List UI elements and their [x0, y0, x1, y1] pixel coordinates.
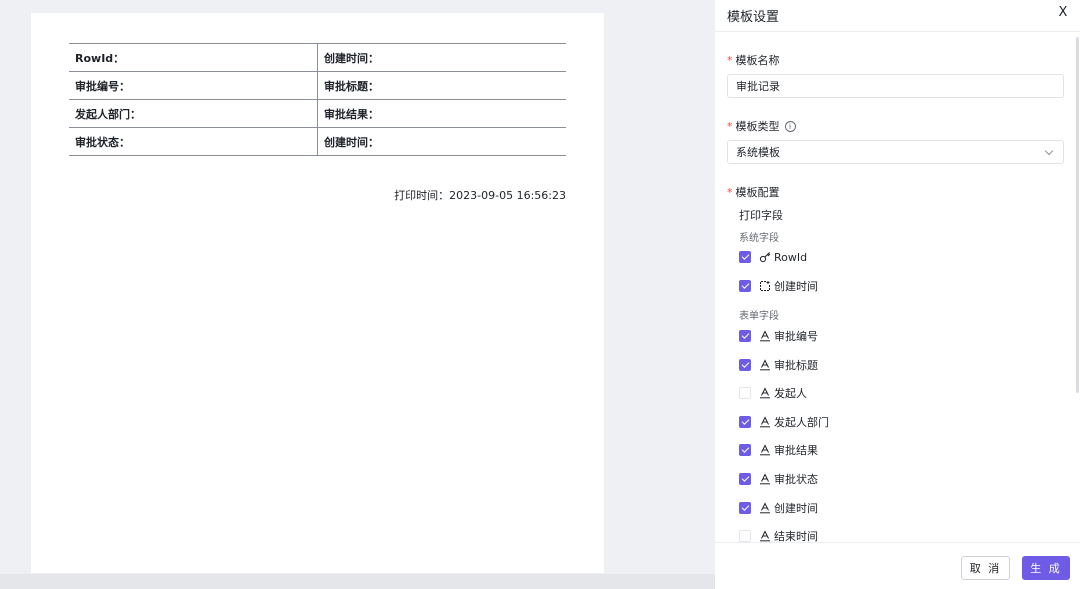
- field-checkbox-row[interactable]: 创建时间: [739, 500, 818, 516]
- chevron-down-icon: [1044, 146, 1054, 155]
- field-label: 创建时间: [774, 279, 818, 293]
- text-field-icon: [759, 387, 771, 399]
- table-row: 审批状态： 创建时间：: [69, 127, 566, 156]
- template-name-input[interactable]: 审批记录: [727, 74, 1064, 98]
- field-label: 审批状态: [774, 473, 818, 486]
- checkbox[interactable]: [739, 279, 751, 292]
- info-icon[interactable]: i: [784, 120, 796, 132]
- required-mark: *: [727, 53, 733, 67]
- template-name-value: 审批记录: [736, 80, 780, 93]
- template-type-label: * 模板类型 i: [727, 118, 796, 134]
- panel-body: * 模板名称 审批记录 * 模板类型 i 系统模板 * 模板配置 打印字段 系统…: [715, 33, 1080, 542]
- field-label: 结束时间: [774, 530, 818, 542]
- table-cell: 审批编号：: [69, 71, 318, 100]
- text-field-icon: [759, 444, 771, 456]
- template-name-label-text: 模板名称: [735, 54, 780, 67]
- key-icon: [759, 251, 771, 263]
- table-cell: 审批状态：: [69, 127, 318, 156]
- field-checkbox-row[interactable]: 审批状态: [739, 471, 818, 487]
- required-mark: *: [727, 185, 733, 199]
- print-preview-paper: RowId： 创建时间： 审批编号： 审批标题： 发起人部门： 审批结果： 审批状态： 创建时…: [31, 13, 604, 573]
- checkbox[interactable]: [739, 387, 751, 400]
- checkbox[interactable]: [739, 330, 751, 342]
- field-label: 审批标题: [774, 358, 818, 372]
- text-field-icon: [759, 330, 771, 342]
- system-fields-heading: 系统字段: [739, 233, 779, 244]
- print-time: 打印时间：2023-09-05 16:56:23: [394, 189, 566, 202]
- text-field-icon: [759, 358, 771, 371]
- table-row: 发起人部门： 审批结果：: [69, 99, 566, 128]
- scroll-thumb[interactable]: [1076, 37, 1079, 393]
- table-cell: 创建时间：: [317, 127, 566, 156]
- template-type-select[interactable]: 系统模板: [727, 140, 1064, 164]
- table-row: RowId： 创建时间：: [69, 43, 566, 72]
- print-fields-heading: 打印字段: [739, 209, 783, 222]
- panel-title: 模板设置: [727, 10, 780, 25]
- cancel-button[interactable]: 取 消: [961, 556, 1010, 580]
- field-label: RowId: [774, 250, 808, 264]
- record-table: RowId： 创建时间： 审批编号： 审批标题： 发起人部门： 审批结果： 审批状态： 创建时…: [69, 43, 566, 156]
- text-field-icon: [759, 473, 771, 485]
- field-checkbox-row[interactable]: 创建时间: [739, 278, 818, 294]
- field-checkbox-row[interactable]: RowId: [739, 249, 807, 265]
- template-type-value: 系统模板: [736, 146, 780, 159]
- checkbox[interactable]: [739, 415, 751, 428]
- template-type-label-text: 模板类型: [735, 120, 780, 133]
- generate-button[interactable]: 生 成: [1022, 556, 1070, 580]
- field-checkbox-row[interactable]: 发起人: [739, 385, 807, 401]
- form-fields-heading: 表单字段: [739, 311, 779, 322]
- field-checkbox-row[interactable]: 发起人部门: [739, 414, 829, 430]
- text-field-icon: [759, 501, 771, 514]
- field-checkbox-row[interactable]: 审批标题: [739, 357, 818, 373]
- table-row: 审批编号： 审批标题：: [69, 71, 566, 100]
- field-label: 发起人: [774, 387, 807, 401]
- required-mark: *: [727, 119, 733, 133]
- field-label: 发起人部门: [774, 415, 829, 429]
- field-label: 审批结果: [774, 444, 818, 458]
- table-cell: 发起人部门：: [69, 99, 318, 128]
- field-label: 审批编号: [774, 330, 818, 343]
- field-label: 创建时间: [774, 501, 818, 515]
- checkbox[interactable]: [739, 444, 751, 457]
- table-cell: 审批结果：: [317, 99, 566, 128]
- field-checkbox-row[interactable]: 审批结果: [739, 442, 818, 458]
- field-checkbox-row[interactable]: 结束时间: [739, 528, 818, 542]
- template-config-label: * 模板配置: [727, 184, 780, 200]
- checkbox[interactable]: [739, 251, 751, 263]
- text-field-icon: [759, 530, 771, 542]
- table-cell: RowId：: [69, 43, 318, 72]
- panel-footer: 取 消 生 成: [715, 542, 1080, 589]
- text-field-icon: [759, 416, 771, 428]
- checkbox[interactable]: [739, 358, 751, 371]
- bottom-strip: [0, 574, 715, 589]
- table-cell: 创建时间：: [317, 43, 566, 72]
- template-settings-panel: 模板设置 X * 模板名称 审批记录 * 模板类型 i 系统模板 * 模板配置 …: [715, 0, 1080, 589]
- template-config-label-text: 模板配置: [735, 186, 780, 199]
- panel-scrollbar[interactable]: [1074, 33, 1080, 542]
- close-button[interactable]: X: [1055, 5, 1071, 23]
- panel-header: 模板设置 X: [715, 0, 1080, 32]
- calendar-icon: [759, 280, 771, 292]
- template-name-label: * 模板名称: [727, 52, 780, 68]
- table-cell: 审批标题：: [317, 71, 566, 100]
- checkbox[interactable]: [739, 501, 751, 514]
- checkbox[interactable]: [739, 530, 751, 542]
- checkbox[interactable]: [739, 473, 751, 485]
- field-checkbox-row[interactable]: 审批编号: [739, 328, 818, 344]
